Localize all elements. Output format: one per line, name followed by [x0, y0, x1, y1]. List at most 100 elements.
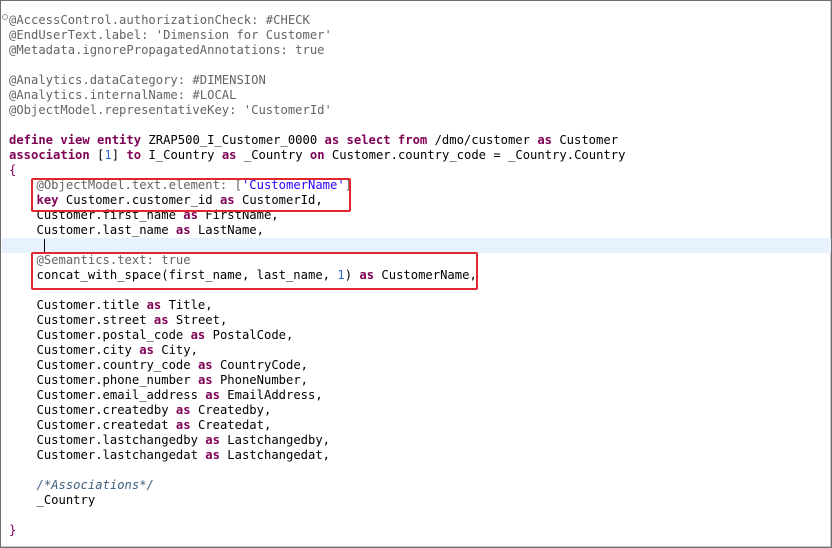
- keyword: on: [309, 148, 325, 162]
- code-text: Lastchangedby,: [219, 433, 331, 447]
- keyword: as: [205, 433, 220, 447]
- keyword: as select from: [324, 133, 428, 147]
- keyword: as: [190, 328, 206, 342]
- code-line: concat_with_space(first_name, last_name,…: [9, 268, 827, 283]
- code-text: Customer.customer_id: [58, 193, 220, 207]
- annotation: @Analytics.internalName: #LOCAL: [9, 88, 237, 102]
- code-text: [: [89, 148, 105, 162]
- keyword: as: [183, 208, 198, 222]
- code-text: Customer: [552, 133, 619, 147]
- code-text: FirstName,: [197, 208, 279, 222]
- annotation: @ObjectModel.text.element: [: [36, 178, 242, 192]
- code-line: Customer.postal_code as PostalCode,: [9, 328, 827, 343]
- number-literal: 1: [104, 148, 112, 162]
- code-text: I_Country: [141, 148, 222, 162]
- string-literal: 'CustomerName': [241, 178, 345, 192]
- code-line: Customer.title as Title,: [9, 298, 827, 313]
- keyword: as: [175, 223, 191, 237]
- fold-marker-icon[interactable]: [2, 14, 8, 20]
- code-line: @Semantics.text: true: [9, 253, 827, 268]
- code-text: PhoneNumber,: [212, 373, 309, 387]
- code-line: Customer.first_name as FirstName,: [9, 208, 827, 223]
- code-text: Customer.lastchangedat: [36, 448, 206, 462]
- keyword: as: [537, 133, 552, 147]
- code-line: Customer.lastchangedat as Lastchangedat,: [9, 448, 827, 463]
- code-line: {: [9, 163, 827, 178]
- keyword: association: [9, 148, 90, 162]
- code-text: ): [344, 268, 360, 282]
- code-text: ]: [111, 148, 127, 162]
- keyword: to: [126, 148, 142, 162]
- code-line: @ObjectModel.representativeKey: 'Custome…: [9, 103, 827, 118]
- code-text: Customer.first_name: [36, 208, 184, 222]
- code-line: _Country: [9, 493, 827, 508]
- code-line: Customer.city as City,: [9, 343, 827, 358]
- keyword: as: [205, 448, 220, 462]
- comment: /*Associations*/: [36, 478, 154, 492]
- code-text: City,: [153, 343, 198, 357]
- keyword: as: [221, 148, 237, 162]
- code-line: /*Associations*/: [9, 478, 827, 493]
- code-line: Customer.last_name as LastName,: [9, 223, 827, 238]
- code-text: Customer.createdat: [36, 418, 176, 432]
- code-text: Customer.title: [36, 298, 147, 312]
- code-text: Customer.lastchangedby: [36, 433, 206, 447]
- code-line: key Customer.customer_id as CustomerId,: [9, 193, 827, 208]
- code-text: Createdat,: [190, 418, 272, 432]
- keyword: as: [205, 388, 220, 402]
- code-line: Customer.email_address as EmailAddress,: [9, 388, 827, 403]
- keyword: as: [153, 313, 169, 327]
- code-line: association [1] to I_Country as _Country…: [9, 148, 827, 163]
- code-text: Customer.country_code = _Country.Country: [324, 148, 626, 162]
- code-text: Customer.email_address: [36, 388, 206, 402]
- code-text: PostalCode,: [205, 328, 294, 342]
- annotation: ]: [344, 178, 353, 192]
- keyword: as: [139, 343, 154, 357]
- code-text: CountryCode,: [212, 358, 309, 372]
- code-editor[interactable]: @AccessControl.authorizationCheck: #CHEC…: [0, 0, 832, 548]
- code-line: Customer.lastchangedby as Lastchangedby,: [9, 433, 827, 448]
- close-brace: }: [9, 523, 17, 537]
- code-line: @ObjectModel.text.element: ['CustomerNam…: [9, 178, 827, 193]
- keyword: as: [219, 193, 235, 207]
- annotation: @EndUserText.label: 'Dimension for Custo…: [9, 28, 332, 42]
- annotation: @Analytics.dataCategory: #DIMENSION: [9, 73, 266, 87]
- keyword: as: [175, 403, 191, 417]
- current-line[interactable]: [2, 238, 831, 253]
- code-text: _Country: [236, 148, 310, 162]
- code-text: Createdby,: [190, 403, 272, 417]
- code-line: Customer.street as Street,: [9, 313, 827, 328]
- keyword: define view entity: [9, 133, 142, 147]
- code-text: LastName,: [190, 223, 264, 237]
- code-text: Customer.createdby: [36, 403, 176, 417]
- code-text: Customer.last_name: [36, 223, 176, 237]
- keyword: as: [146, 298, 162, 312]
- code-text: Street,: [168, 313, 228, 327]
- code-text: Lastchangedat,: [219, 448, 331, 462]
- code-text: Title,: [161, 298, 213, 312]
- annotation: @Semantics.text: true: [36, 253, 191, 267]
- code-line: @EndUserText.label: 'Dimension for Custo…: [9, 28, 827, 43]
- code-text: Customer.city: [36, 343, 140, 357]
- code-line: @Metadata.ignorePropagatedAnnotations: t…: [9, 43, 827, 58]
- code-text: Customer.country_code: [36, 358, 198, 372]
- keyword: as: [197, 358, 213, 372]
- code-text: concat_with_space(first_name, last_name,: [36, 268, 338, 282]
- code-line: @Analytics.dataCategory: #DIMENSION: [9, 73, 827, 88]
- code-line: define view entity ZRAP500_I_Customer_00…: [9, 133, 827, 148]
- code-line: @Analytics.internalName: #LOCAL: [9, 88, 827, 103]
- annotation: @ObjectModel.representativeKey: 'Custome…: [9, 103, 332, 117]
- open-brace: {: [9, 163, 17, 177]
- code-area[interactable]: @AccessControl.authorizationCheck: #CHEC…: [2, 13, 831, 538]
- code-line: @AccessControl.authorizationCheck: #CHEC…: [9, 13, 827, 28]
- code-line: Customer.createdat as Createdat,: [9, 418, 827, 433]
- editor-gutter: [2, 7, 9, 537]
- code-text: Customer.postal_code: [36, 328, 191, 342]
- code-text: CustomerId,: [234, 193, 323, 207]
- number-literal: 1: [337, 268, 345, 282]
- code-text: Customer.phone_number: [36, 373, 198, 387]
